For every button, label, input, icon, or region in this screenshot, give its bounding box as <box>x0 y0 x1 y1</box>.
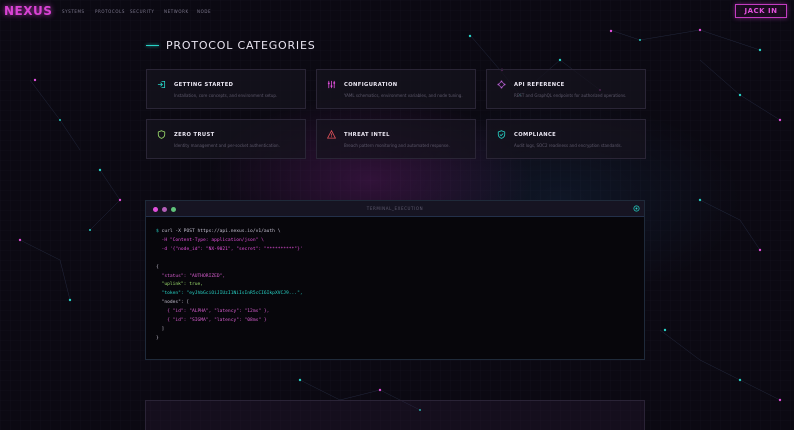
card-title: ZERO TRUST <box>174 132 215 138</box>
sliders-icon <box>327 80 336 89</box>
nav-item-protocols[interactable]: PROTOCOLS <box>95 9 130 14</box>
card-title: CONFIGURATION <box>344 82 398 88</box>
card-configuration[interactable]: CONFIGURATION YAML schematics, environme… <box>316 69 476 109</box>
section-header: PROTOCOL CATEGORIES <box>146 39 316 52</box>
code-line: ] <box>161 326 165 332</box>
code-line: -d '{"node_id": "NX-9021", "secret": "**… <box>161 246 303 252</box>
terminal-titlebar: TERMINAL_EXECUTION <box>146 201 644 217</box>
code-line: "uplink": true, <box>161 282 204 288</box>
card-getting-started[interactable]: GETTING STARTED Installation, core conce… <box>146 69 306 109</box>
card-title: API REFERENCE <box>514 82 565 88</box>
shield-icon <box>157 130 166 139</box>
shield-check-icon <box>497 130 506 139</box>
code-line: { "id": "ALPHA", "latency": "12ms" }, <box>167 309 270 315</box>
card-title: COMPLIANCE <box>514 132 557 138</box>
code-line: "status": "AUTHORIZED", <box>161 273 226 279</box>
jack-in-button[interactable]: JACK IN <box>735 4 787 18</box>
section-title: PROTOCOL CATEGORIES <box>166 39 316 52</box>
code-line: "nodes": [ <box>161 300 190 306</box>
code-line: { "id": "SIGMA", "latency": "08ms" } <box>167 318 267 324</box>
terminal-title: TERMINAL_EXECUTION <box>366 206 424 211</box>
terminal-output: $ curl -X POST https://api.nexus.io/v1/a… <box>156 228 303 344</box>
card-zero-trust[interactable]: ZERO TRUST Identity management and per-s… <box>146 119 306 159</box>
copy-icon[interactable] <box>633 205 640 212</box>
terminal-window: TERMINAL_EXECUTION $ curl -X POST https:… <box>145 200 645 360</box>
card-api-reference[interactable]: API REFERENCE REST and GraphQL endpoints… <box>486 69 646 109</box>
bottom-panel <box>145 400 645 430</box>
warning-icon <box>327 130 336 139</box>
logo[interactable]: NEXUS <box>4 4 52 18</box>
code-line: { <box>156 264 159 270</box>
card-title: THREAT INTEL <box>344 132 390 138</box>
top-nav: NEXUS SYSTEMS PROTOCOLS SECURITY NETWORK… <box>0 0 794 24</box>
code-line: -H "Content-Type: application/json" \ <box>161 237 264 243</box>
card-description: REST and GraphQL endpoints for authorize… <box>514 93 627 98</box>
nav-menu: SYSTEMS PROTOCOLS SECURITY NETWORK NODE <box>62 9 211 14</box>
code-line: $ curl -X POST https://api.nexus.io/v1/a… <box>156 229 281 234</box>
card-description: Audit logs, SOC2 readiness and encryptio… <box>514 143 622 148</box>
card-description: Installation, core concepts, and environ… <box>174 93 278 98</box>
card-compliance[interactable]: COMPLIANCE Audit logs, SOC2 readiness an… <box>486 119 646 159</box>
nav-item-node[interactable]: NODE <box>197 9 211 14</box>
code-line: } <box>156 335 159 341</box>
network-icon <box>497 80 506 89</box>
code-line: "token": "eyJhbGciOiJIUzI1NiIsInR5cCI6Ik… <box>161 291 303 297</box>
nav-item-network[interactable]: NETWORK <box>164 9 197 14</box>
section-accent-bar <box>146 44 159 47</box>
login-arrow-icon <box>157 80 166 89</box>
card-title: GETTING STARTED <box>174 82 234 88</box>
card-description: Breach pattern monitoring and automated … <box>344 143 450 148</box>
card-threat-intel[interactable]: THREAT INTEL Breach pattern monitoring a… <box>316 119 476 159</box>
card-description: Identity management and per-socket authe… <box>174 143 280 148</box>
nav-item-systems[interactable]: SYSTEMS <box>62 9 95 14</box>
nav-item-security[interactable]: SECURITY <box>130 9 164 14</box>
card-description: YAML schematics, environment variables, … <box>344 93 463 98</box>
